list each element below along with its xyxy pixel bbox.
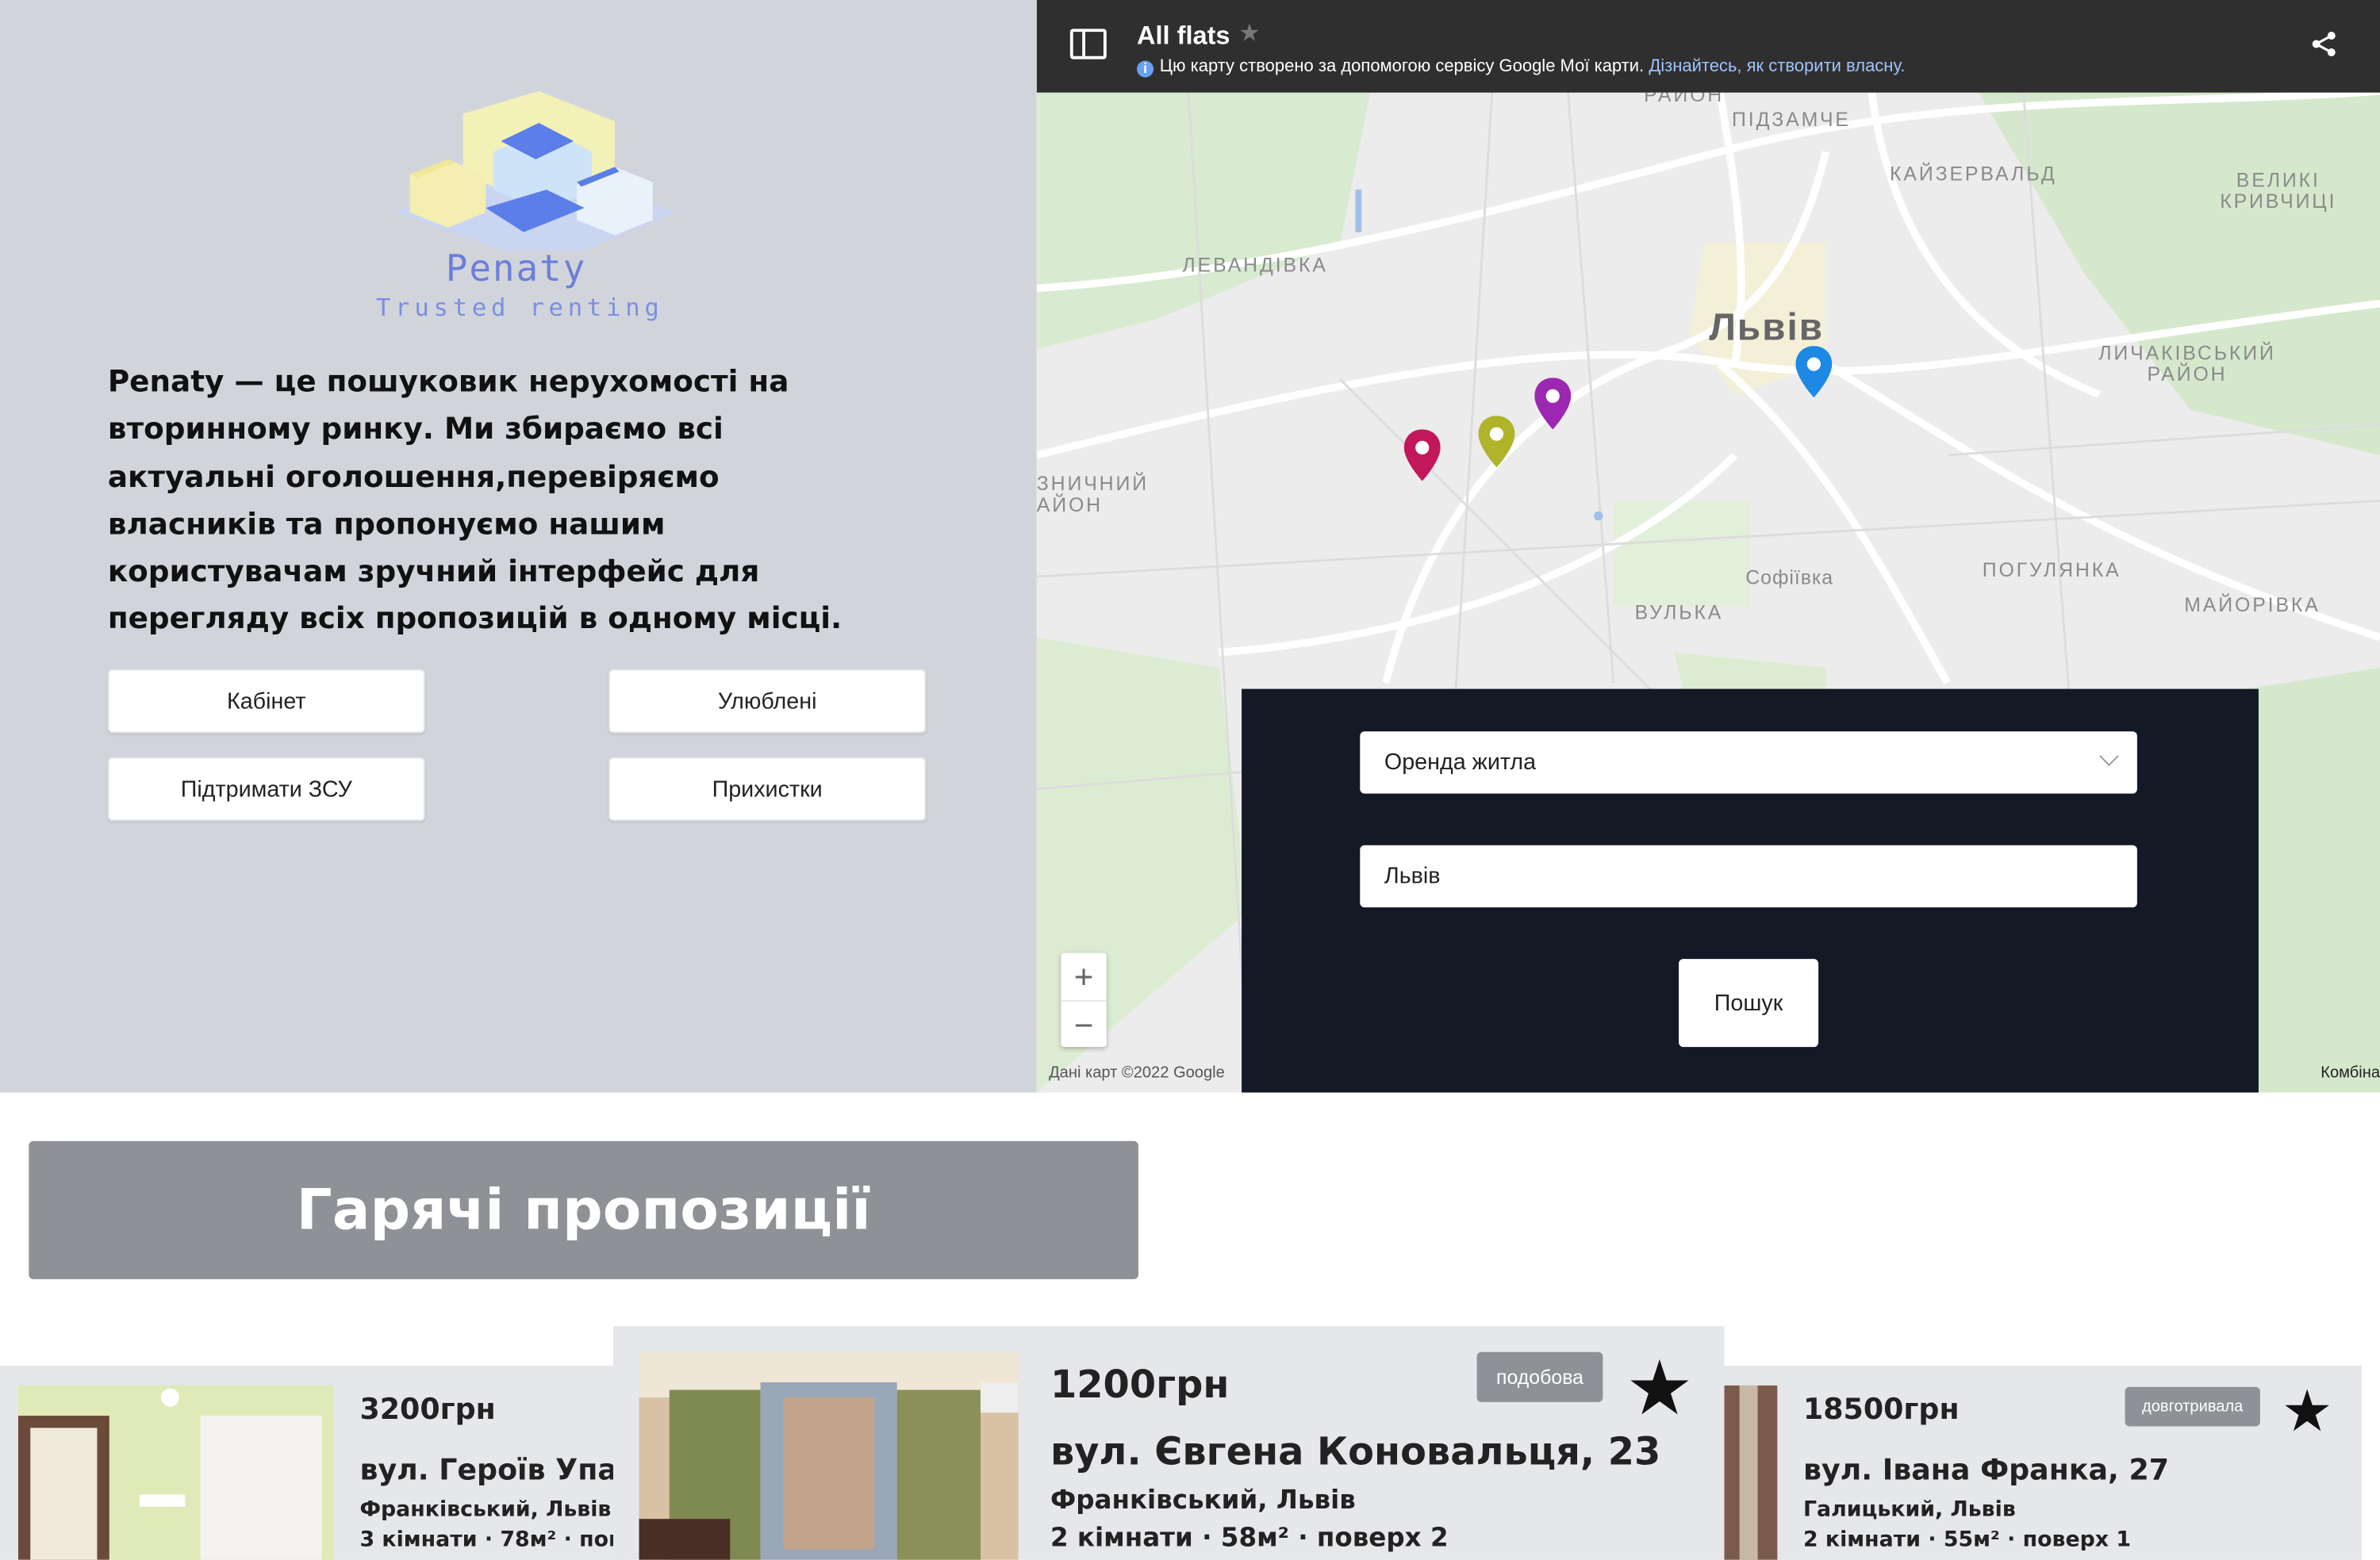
favorite-star-icon[interactable]: ★ (2282, 1384, 2333, 1442)
map-note-text: Цю карту створено за допомогою сервісу G… (1159, 57, 1645, 76)
chevron-down-icon (2099, 746, 2119, 766)
listing-card-3[interactable]: 18500грн довготривала ★ вул. Івана Франк… (1724, 1365, 2363, 1560)
listing-price: 18500грн (1802, 1393, 1960, 1427)
map-title: All flats (1137, 21, 1230, 51)
listing-details: 2 кімнати · 58м² · поверх 2 (1050, 1523, 1449, 1554)
map-label-velyki-kryvchytsi: ВЕЛИКІ КРИВЧИЦІ (2220, 168, 2337, 213)
listing-card-1[interactable]: 3200грн вул. Героїв Упа, 7 Франківський,… (0, 1365, 623, 1560)
brand-tagline: Trusted renting (376, 293, 664, 322)
brand-name: Penaty (445, 247, 587, 290)
map-label-pidzamche: ПІДЗАМЧЕ (1732, 107, 1851, 131)
map-pin-2[interactable] (1478, 416, 1515, 468)
share-icon[interactable] (2310, 30, 2337, 57)
shelters-button[interactable]: Прихистки (608, 757, 927, 822)
support-zsu-button[interactable]: Підтримати ЗСУ (107, 757, 425, 822)
zoom-out-button[interactable]: − (1061, 1002, 1106, 1048)
favorites-button[interactable]: Улюблені (608, 669, 927, 734)
houses-logo-icon (394, 90, 676, 251)
cabinet-button[interactable]: Кабінет (107, 669, 425, 734)
listing-address: вул. Героїв Упа, 7 (359, 1453, 623, 1487)
map-type-control[interactable]: Комбіна (2320, 1064, 2380, 1082)
pin-shape-1 (1403, 429, 1441, 481)
listing-price: 3200грн (359, 1393, 496, 1427)
pin-shape-3 (1534, 378, 1572, 430)
map-label-lychakivskyi: ЛИЧАКІВСЬКИЙ РАЙОН (2098, 341, 2276, 385)
pin-shape-4 (1795, 346, 1833, 398)
map-label-sofiivka: Софіївка (1745, 565, 1834, 589)
brand-logo[interactable]: Penaty Trusted renting (334, 83, 706, 326)
listing-card-2[interactable]: 1200грн подобова ★ вул. Євгена Коновальц… (612, 1326, 1725, 1560)
hot-offers-heading: Гарячі пропозиції (29, 1140, 1138, 1279)
star-outline-icon[interactable]: ★ (1238, 18, 1260, 48)
listing-photo-2[interactable] (639, 1351, 1019, 1560)
listing-address: вул. Івана Франка, 27 (1802, 1453, 2170, 1487)
map-label-kaizerwald: КАЙЗЕРВАЛЬД (1890, 162, 2057, 186)
listing-price: 1200грн (1050, 1363, 1230, 1407)
listing-district: Франківський, Львів (1050, 1485, 1356, 1516)
room-photo-3 (1724, 1385, 1778, 1560)
map-label-maiorivka: МАЙОРІВКА (2184, 593, 2320, 616)
city-input[interactable]: Львів (1360, 845, 2137, 908)
map-label-city: Львів (1709, 306, 1824, 350)
listing-district: Галицький, Львів (1802, 1497, 2016, 1523)
map-label-levandivka: ЛЕВАНДІВКА (1182, 253, 1328, 277)
map-label-vulka: ВУЛЬКА (1634, 600, 1724, 624)
listing-details: 3 кімнати · 78м² · поверх 3 (359, 1527, 622, 1553)
map-pin-1[interactable] (1403, 429, 1441, 481)
side-panel-icon[interactable] (1069, 29, 1107, 59)
zoom-controls: + − (1061, 952, 1107, 1048)
search-button[interactable]: Пошук (1679, 959, 1819, 1048)
rent-type-select[interactable]: Оренда житла (1360, 731, 2137, 794)
favorite-star-icon[interactable]: ★ (1626, 1351, 1694, 1427)
rent-type-badge: довготривала (2125, 1386, 2260, 1427)
map-note-link[interactable]: Дізнайтесь, як створити власну. (1649, 58, 1905, 76)
listing-photo-1[interactable] (17, 1385, 334, 1560)
map-pin-3[interactable] (1534, 378, 1572, 430)
search-panel: Оренда житла Львів Пошук (1242, 688, 2259, 1093)
intro-text: Penaty — це пошуковик нерухомості на вто… (107, 364, 843, 637)
listing-details: 2 кімнати · 55м² · поверх 1 (1802, 1527, 2132, 1553)
info-icon: i (1137, 60, 1154, 78)
map-pin-4[interactable] (1795, 346, 1833, 398)
rent-type-badge: подобова (1476, 1351, 1603, 1402)
room-photo-1 (17, 1385, 334, 1560)
hero-section: Penaty Trusted renting Penaty — це пошук… (0, 0, 1037, 1093)
pin-shape-2 (1478, 416, 1515, 468)
map-label-pohulianka: ПОГУЛЯНКА (1982, 558, 2121, 581)
map-label-zaliznychnyi: ЗНИЧНИЙ АЙОН (1036, 472, 1150, 516)
listing-address: вул. Євгена Коновальця, 23 (1050, 1429, 1661, 1474)
listing-district: Франківський, Львів (359, 1497, 612, 1523)
room-photo-2 (639, 1351, 1019, 1560)
rent-type-value: Оренда житла (1384, 749, 1537, 776)
map-header: All flats ★ i Цю карту створено за допомо… (1036, 0, 2380, 93)
map-attribution: Дані карт ©2022 Google (1049, 1064, 1225, 1083)
zoom-in-button[interactable]: + (1061, 953, 1107, 1002)
map-note: i Цю карту створено за допомогою сервісу … (1137, 58, 1905, 78)
listing-photo-3[interactable] (1724, 1385, 1778, 1560)
